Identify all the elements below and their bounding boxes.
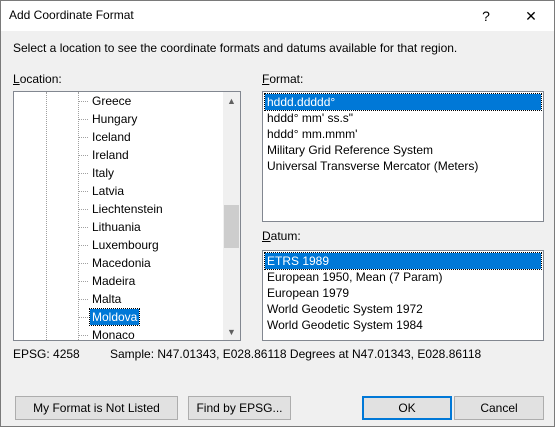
datum-label-text: atum: xyxy=(270,229,301,243)
help-icon: ? xyxy=(482,8,490,24)
tree-item-label: Greece xyxy=(92,94,132,108)
close-button[interactable]: ✕ xyxy=(508,1,554,31)
tree-connector xyxy=(79,263,88,264)
tree-item-label: Hungary xyxy=(92,112,138,126)
title-bar: Add Coordinate Format ? ✕ xyxy=(1,1,554,31)
tree-item-label: Lithuania xyxy=(92,220,141,234)
instructions-text: Select a location to see the coordinate … xyxy=(13,41,458,55)
window-title: Add Coordinate Format xyxy=(9,8,134,22)
tree-item-liechtenstein[interactable]: Liechtenstein xyxy=(14,200,223,218)
format-list-item[interactable]: Universal Transverse Mercator (Meters) xyxy=(265,158,480,174)
chevron-down-icon: ▼ xyxy=(227,326,236,337)
format-list-item[interactable]: hddd° mm.mmm' xyxy=(265,126,359,142)
tree-connector xyxy=(79,299,88,300)
tree-item-malta[interactable]: Malta xyxy=(14,290,223,308)
tree-connector xyxy=(79,173,88,174)
tree-connector xyxy=(79,245,88,246)
tree-item-label: Monaco xyxy=(92,328,135,341)
tree-item-label: Moldova xyxy=(88,308,141,326)
tree-item-moldova[interactable]: Moldova xyxy=(14,308,223,326)
tree-connector xyxy=(79,209,88,210)
tree-item-lithuania[interactable]: Lithuania xyxy=(14,218,223,236)
tree-item-label: Luxembourg xyxy=(92,238,159,252)
help-button[interactable]: ? xyxy=(463,1,509,31)
tree-item-label: Italy xyxy=(92,166,115,180)
datum-label-mnemonic: D xyxy=(262,229,271,243)
tree-connector xyxy=(79,191,88,192)
format-label-text: ormat: xyxy=(269,72,304,86)
tree-item-label: Latvia xyxy=(92,184,125,198)
format-list[interactable]: hddd.ddddd° hddd° mm' ss.s" hddd° mm.mmm' M… xyxy=(262,91,544,222)
location-label-mnemonic: L xyxy=(13,72,20,86)
tree-item-label: Ireland xyxy=(92,148,129,162)
sample-text: Sample: N47.01343, E028.86118 Degrees at… xyxy=(110,347,482,361)
datum-list-item[interactable]: World Geodetic System 1984 xyxy=(265,317,425,333)
tree-connector xyxy=(79,317,88,318)
tree-item-monaco[interactable]: Monaco xyxy=(14,326,223,341)
location-label-text: ocation: xyxy=(19,72,62,86)
location-scrollbar[interactable]: ▲ ▼ xyxy=(223,92,240,340)
tree-item-iceland[interactable]: Iceland xyxy=(14,128,223,146)
dialog-window: Add Coordinate Format ? ✕ Select a locat… xyxy=(0,0,555,427)
tree-item-label: Malta xyxy=(92,292,122,306)
datum-label: Datum: xyxy=(262,229,301,243)
tree-item-luxembourg[interactable]: Luxembourg xyxy=(14,236,223,254)
epsg-code: EPSG: 4258 xyxy=(13,347,80,361)
tree-item-label: Madeira xyxy=(92,274,136,288)
format-not-listed-button[interactable]: My Format is Not Listed xyxy=(15,396,178,420)
format-label: Format: xyxy=(262,72,303,86)
tree-connector xyxy=(79,101,88,102)
tree-connector xyxy=(79,137,88,138)
ok-button[interactable]: OK xyxy=(362,396,452,420)
tree-connector xyxy=(79,227,88,228)
tree-item-greece[interactable]: Greece xyxy=(14,92,223,110)
tree-item-label: Liechtenstein xyxy=(92,202,163,216)
cancel-button[interactable]: Cancel xyxy=(454,396,544,420)
format-list-item[interactable]: hddd° mm' ss.s" xyxy=(265,110,355,126)
datum-list-item[interactable]: World Geodetic System 1972 xyxy=(265,301,425,317)
location-tree[interactable]: Greece Hungary Iceland Ireland Italy Latvia Li… xyxy=(13,91,241,341)
tree-item-ireland[interactable]: Ireland xyxy=(14,146,223,164)
scroll-up-button[interactable]: ▲ xyxy=(223,92,240,109)
tree-item-latvia[interactable]: Latvia xyxy=(14,182,223,200)
find-by-epsg-button[interactable]: Find by EPSG... xyxy=(188,396,291,420)
close-icon: ✕ xyxy=(525,7,537,24)
location-label: Location: xyxy=(13,72,62,86)
tree-item-label: Macedonia xyxy=(92,256,151,270)
format-list-item[interactable]: hddd.ddddd° xyxy=(264,93,542,111)
tree-connector xyxy=(79,281,88,282)
datum-list[interactable]: ETRS 1989 European 1950, Mean (7 Param) Eu… xyxy=(262,250,544,341)
scroll-down-button[interactable]: ▼ xyxy=(223,323,240,340)
tree-item-macedonia[interactable]: Macedonia xyxy=(14,254,223,272)
tree-item-madeira[interactable]: Madeira xyxy=(14,272,223,290)
tree-connector xyxy=(79,335,88,336)
datum-list-item[interactable]: ETRS 1989 xyxy=(264,252,542,270)
scroll-thumb[interactable] xyxy=(224,205,239,248)
tree-connector xyxy=(79,119,88,120)
tree-item-italy[interactable]: Italy xyxy=(14,164,223,182)
datum-list-item[interactable]: European 1979 xyxy=(265,285,351,301)
chevron-up-icon: ▲ xyxy=(227,95,236,106)
tree-connector xyxy=(79,155,88,156)
format-list-item[interactable]: Military Grid Reference System xyxy=(265,142,435,158)
tree-item-label: Iceland xyxy=(92,130,131,144)
tree-item-hungary[interactable]: Hungary xyxy=(14,110,223,128)
datum-list-item[interactable]: European 1950, Mean (7 Param) xyxy=(265,269,444,285)
